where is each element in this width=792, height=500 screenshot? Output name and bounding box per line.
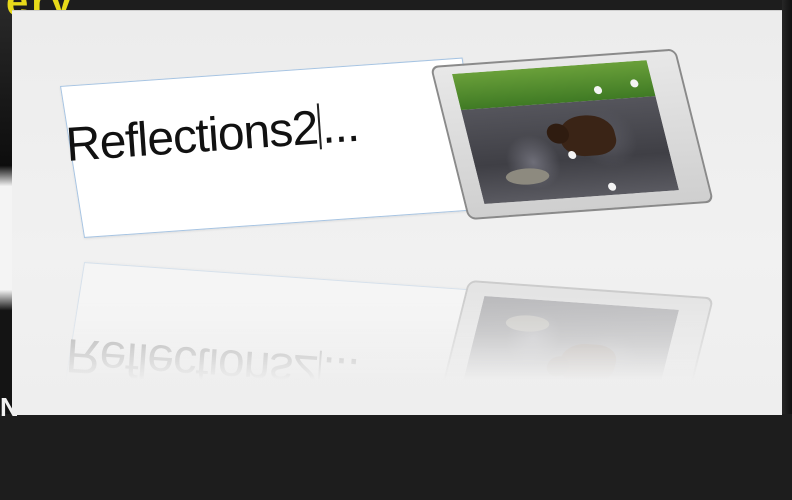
text-ellipsis: ... (319, 98, 361, 155)
window-frame-right (782, 0, 792, 414)
reflected-thumbnail-frame (430, 280, 715, 452)
window-frame-left (0, 0, 12, 414)
reflected-ellipsis: ... (319, 345, 361, 402)
image-thumbnail-frame[interactable] (430, 48, 715, 220)
